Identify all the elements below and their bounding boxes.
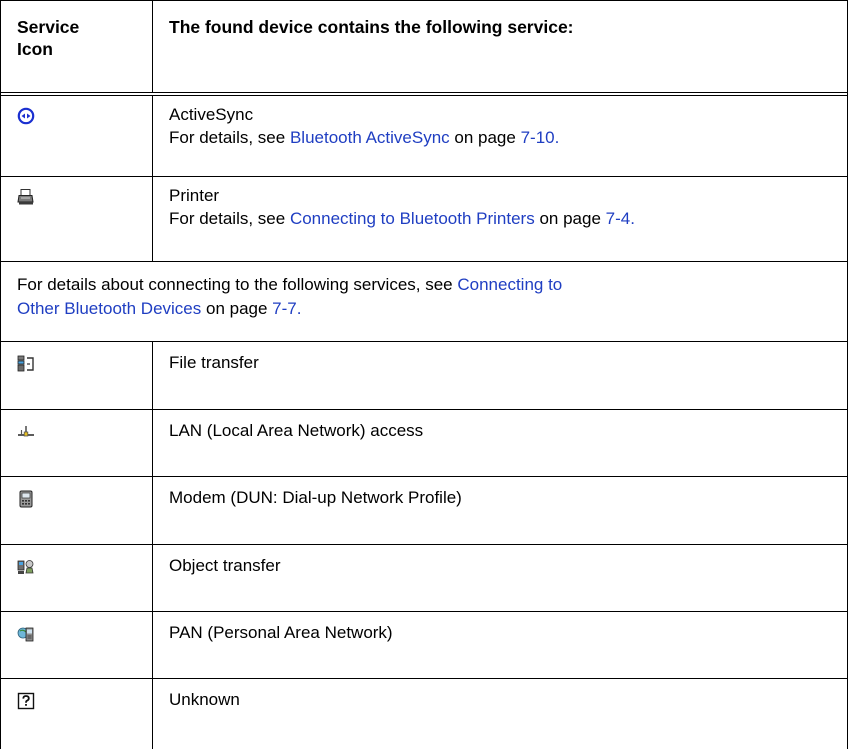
file-transfer-icon [17, 355, 34, 372]
row-icon-cell [1, 96, 153, 176]
object-transfer-icon [17, 560, 34, 574]
activesync-icon [17, 107, 35, 125]
table-row: ActiveSync For details, see Bluetooth Ac… [1, 92, 847, 176]
lan-access-icon [18, 426, 34, 437]
services-table: Service Icon The found device contains t… [0, 0, 848, 749]
details-mid: on page [449, 128, 521, 147]
table-row-note: For details about connecting to the foll… [1, 261, 847, 341]
table-row: Unknown [1, 678, 847, 749]
details-mid: on page [534, 209, 606, 228]
service-label: Object transfer [169, 556, 281, 575]
service-label: Modem (DUN: Dial-up Network Profile) [169, 488, 462, 507]
note-prefix: For details about connecting to the foll… [17, 275, 458, 294]
service-label: PAN (Personal Area Network) [169, 623, 393, 642]
row-text-cell: LAN (Local Area Network) access [153, 410, 847, 476]
row-text-cell: PAN (Personal Area Network) [153, 612, 847, 678]
service-label: LAN (Local Area Network) access [169, 421, 424, 440]
header-service-icon: Service Icon [1, 1, 153, 92]
row-icon-cell [1, 410, 153, 476]
table-row: File transfer [1, 341, 847, 409]
table-row: Object transfer [1, 544, 847, 611]
service-details: For details, see Connecting to Bluetooth… [169, 207, 835, 230]
service-title: ActiveSync [169, 105, 254, 124]
bluetooth-activesync-link[interactable]: Bluetooth ActiveSync [290, 128, 450, 147]
table-row: Modem (DUN: Dial-up Network Profile) [1, 476, 847, 544]
table-row: PAN (Personal Area Network) [1, 611, 847, 678]
row-icon-cell [1, 612, 153, 678]
row-text-cell: Printer For details, see Connecting to B… [153, 177, 847, 261]
row-icon-cell [1, 679, 153, 749]
modem-icon [19, 490, 33, 508]
row-icon-cell [1, 477, 153, 544]
row-text-cell: ActiveSync For details, see Bluetooth Ac… [153, 96, 847, 176]
row-icon-cell [1, 342, 153, 409]
page-7-7-link[interactable]: 7-7. [272, 299, 301, 318]
table-row: LAN (Local Area Network) access [1, 409, 847, 476]
service-label: File transfer [169, 353, 259, 372]
details-prefix: For details, see [169, 128, 290, 147]
row-text-cell: File transfer [153, 342, 847, 409]
service-title: Printer [169, 186, 220, 205]
header-service-icon-line1: Service [17, 17, 80, 37]
row-icon-cell [1, 545, 153, 611]
header-service-description: The found device contains the following … [169, 17, 574, 37]
connect-other-devices-note: For details about connecting to the foll… [1, 262, 847, 341]
row-icon-cell [1, 177, 153, 261]
details-prefix: For details, see [169, 209, 290, 228]
page-7-4-link[interactable]: 7-4. [606, 209, 635, 228]
table-header-row: Service Icon The found device contains t… [1, 0, 847, 92]
connecting-to-bluetooth-printers-link[interactable]: Connecting to Bluetooth Printers [290, 209, 535, 228]
table-row: Printer For details, see Connecting to B… [1, 176, 847, 261]
row-text-cell: Unknown [153, 679, 847, 749]
note-link-line1: Connecting to [457, 275, 563, 294]
printer-icon [17, 189, 34, 205]
pan-icon [17, 627, 34, 642]
row-text-cell: Modem (DUN: Dial-up Network Profile) [153, 477, 847, 544]
unknown-icon [17, 692, 35, 710]
header-service-icon-line2: Icon [17, 39, 53, 59]
page-7-10-link[interactable]: 7-10. [521, 128, 560, 147]
service-details: For details, see Bluetooth ActiveSync on… [169, 126, 835, 149]
service-label: Unknown [169, 690, 240, 709]
row-text-cell: Object transfer [153, 545, 847, 611]
note-link-line2: Other Bluetooth Devices [17, 299, 202, 318]
note-mid: on page [201, 299, 273, 318]
